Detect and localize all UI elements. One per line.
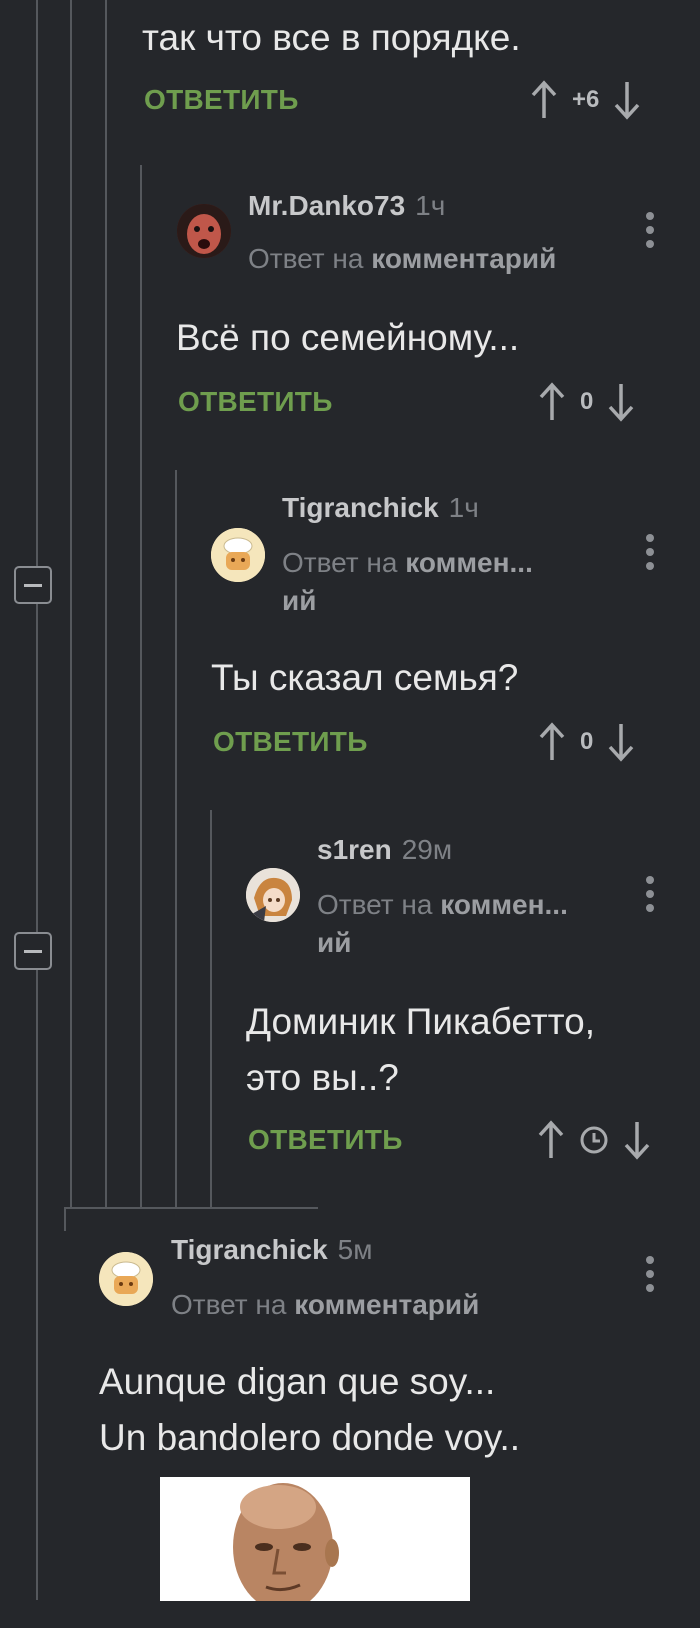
- bald-man-photo-icon: [160, 1477, 470, 1601]
- reply-button[interactable]: ОТВЕТИТЬ: [144, 84, 299, 116]
- arrow-up-icon[interactable]: [530, 80, 558, 120]
- comment-text: Un bandolero donde voy..: [99, 1417, 521, 1458]
- comment-text: Всё по семейному...: [176, 317, 520, 358]
- author-name[interactable]: Tigranchick: [171, 1234, 328, 1265]
- thread-branch: [64, 1207, 318, 1209]
- more-vertical-icon[interactable]: [645, 1256, 655, 1292]
- thread-line: [64, 1207, 66, 1231]
- comment-image[interactable]: [160, 1477, 470, 1601]
- more-vertical-icon[interactable]: [645, 534, 655, 570]
- reply-to-prefix: Ответ на: [171, 1289, 287, 1320]
- comment-author[interactable]: Mr.Danko73 1ч: [248, 190, 445, 222]
- thread-line: [36, 0, 38, 1600]
- more-vertical-icon[interactable]: [645, 212, 655, 248]
- comment-score: +6: [572, 86, 600, 113]
- vote-controls: +6: [530, 80, 641, 120]
- collapse-thread-button[interactable]: [14, 566, 52, 604]
- arrow-down-icon[interactable]: [607, 382, 635, 422]
- reply-to-line[interactable]: Ответ на комментарий: [248, 240, 556, 278]
- author-name[interactable]: Mr.Danko73: [248, 190, 405, 221]
- reply-to-prefix: Ответ на: [282, 547, 398, 578]
- clock-icon: [580, 1126, 608, 1154]
- author-name[interactable]: Tigranchick: [282, 492, 439, 523]
- arrow-down-icon[interactable]: [613, 80, 641, 120]
- reply-to-prefix: Ответ на: [248, 243, 364, 274]
- avatar[interactable]: [246, 868, 300, 922]
- vote-controls: 0: [538, 722, 635, 762]
- vote-controls: 0: [538, 382, 635, 422]
- comment-text: Aunque digan que soy...: [99, 1361, 496, 1402]
- comment-text: так что все в порядке.: [142, 17, 521, 58]
- thread-line: [70, 0, 72, 1208]
- collapse-thread-button[interactable]: [14, 932, 52, 970]
- reply-to-link[interactable]: комментарий: [294, 1289, 479, 1320]
- thread-line: [175, 470, 177, 1208]
- more-vertical-icon[interactable]: [645, 876, 655, 912]
- minus-icon: [24, 583, 42, 587]
- arrow-up-icon[interactable]: [538, 382, 566, 422]
- comment-time: 1ч: [415, 190, 446, 221]
- comment-author[interactable]: Tigranchick 5м: [171, 1234, 372, 1266]
- vote-controls: [537, 1120, 651, 1160]
- reply-to-line[interactable]: Ответ на комментарий: [171, 1286, 479, 1324]
- thread-line: [210, 810, 212, 1208]
- arrow-up-icon[interactable]: [538, 722, 566, 762]
- comment-author[interactable]: s1ren 29м: [317, 834, 452, 866]
- arrow-down-icon[interactable]: [623, 1120, 651, 1160]
- reply-to-line-wrap[interactable]: ий: [317, 924, 351, 962]
- arrow-down-icon[interactable]: [607, 722, 635, 762]
- reply-to-link[interactable]: комментарий: [371, 243, 556, 274]
- comment-time: 5м: [337, 1234, 373, 1265]
- thread-line: [140, 165, 142, 1208]
- arrow-up-icon[interactable]: [537, 1120, 565, 1160]
- minus-icon: [24, 949, 42, 953]
- reply-to-link[interactable]: коммен...: [440, 889, 568, 920]
- reply-button[interactable]: ОТВЕТИТЬ: [213, 726, 368, 758]
- comment-time: 29м: [401, 834, 453, 865]
- avatar[interactable]: [177, 204, 231, 258]
- comment-time: 1ч: [448, 492, 479, 523]
- reply-to-link-cont[interactable]: ий: [282, 585, 316, 616]
- reply-button[interactable]: ОТВЕТИТЬ: [178, 386, 333, 418]
- reply-to-link-cont[interactable]: ий: [317, 927, 351, 958]
- author-name[interactable]: s1ren: [317, 834, 392, 865]
- reply-to-link[interactable]: коммен...: [405, 547, 533, 578]
- reply-button[interactable]: ОТВЕТИТЬ: [248, 1124, 403, 1156]
- reply-to-line[interactable]: Ответ на коммен...: [282, 544, 533, 582]
- reply-to-line[interactable]: Ответ на коммен...: [317, 886, 568, 924]
- comment-text: Доминик Пикабетто,: [246, 1001, 596, 1042]
- avatar[interactable]: [211, 528, 265, 582]
- comment-score: 0: [580, 728, 594, 755]
- comment-author[interactable]: Tigranchick 1ч: [282, 492, 479, 524]
- reply-to-line-wrap[interactable]: ий: [282, 582, 316, 620]
- thread-line: [105, 0, 107, 1208]
- avatar[interactable]: [99, 1252, 153, 1306]
- comment-text: Ты сказал семья?: [211, 657, 519, 698]
- reply-to-prefix: Ответ на: [317, 889, 433, 920]
- comment-score: 0: [580, 388, 594, 415]
- comment-text: это вы..?: [246, 1057, 399, 1098]
